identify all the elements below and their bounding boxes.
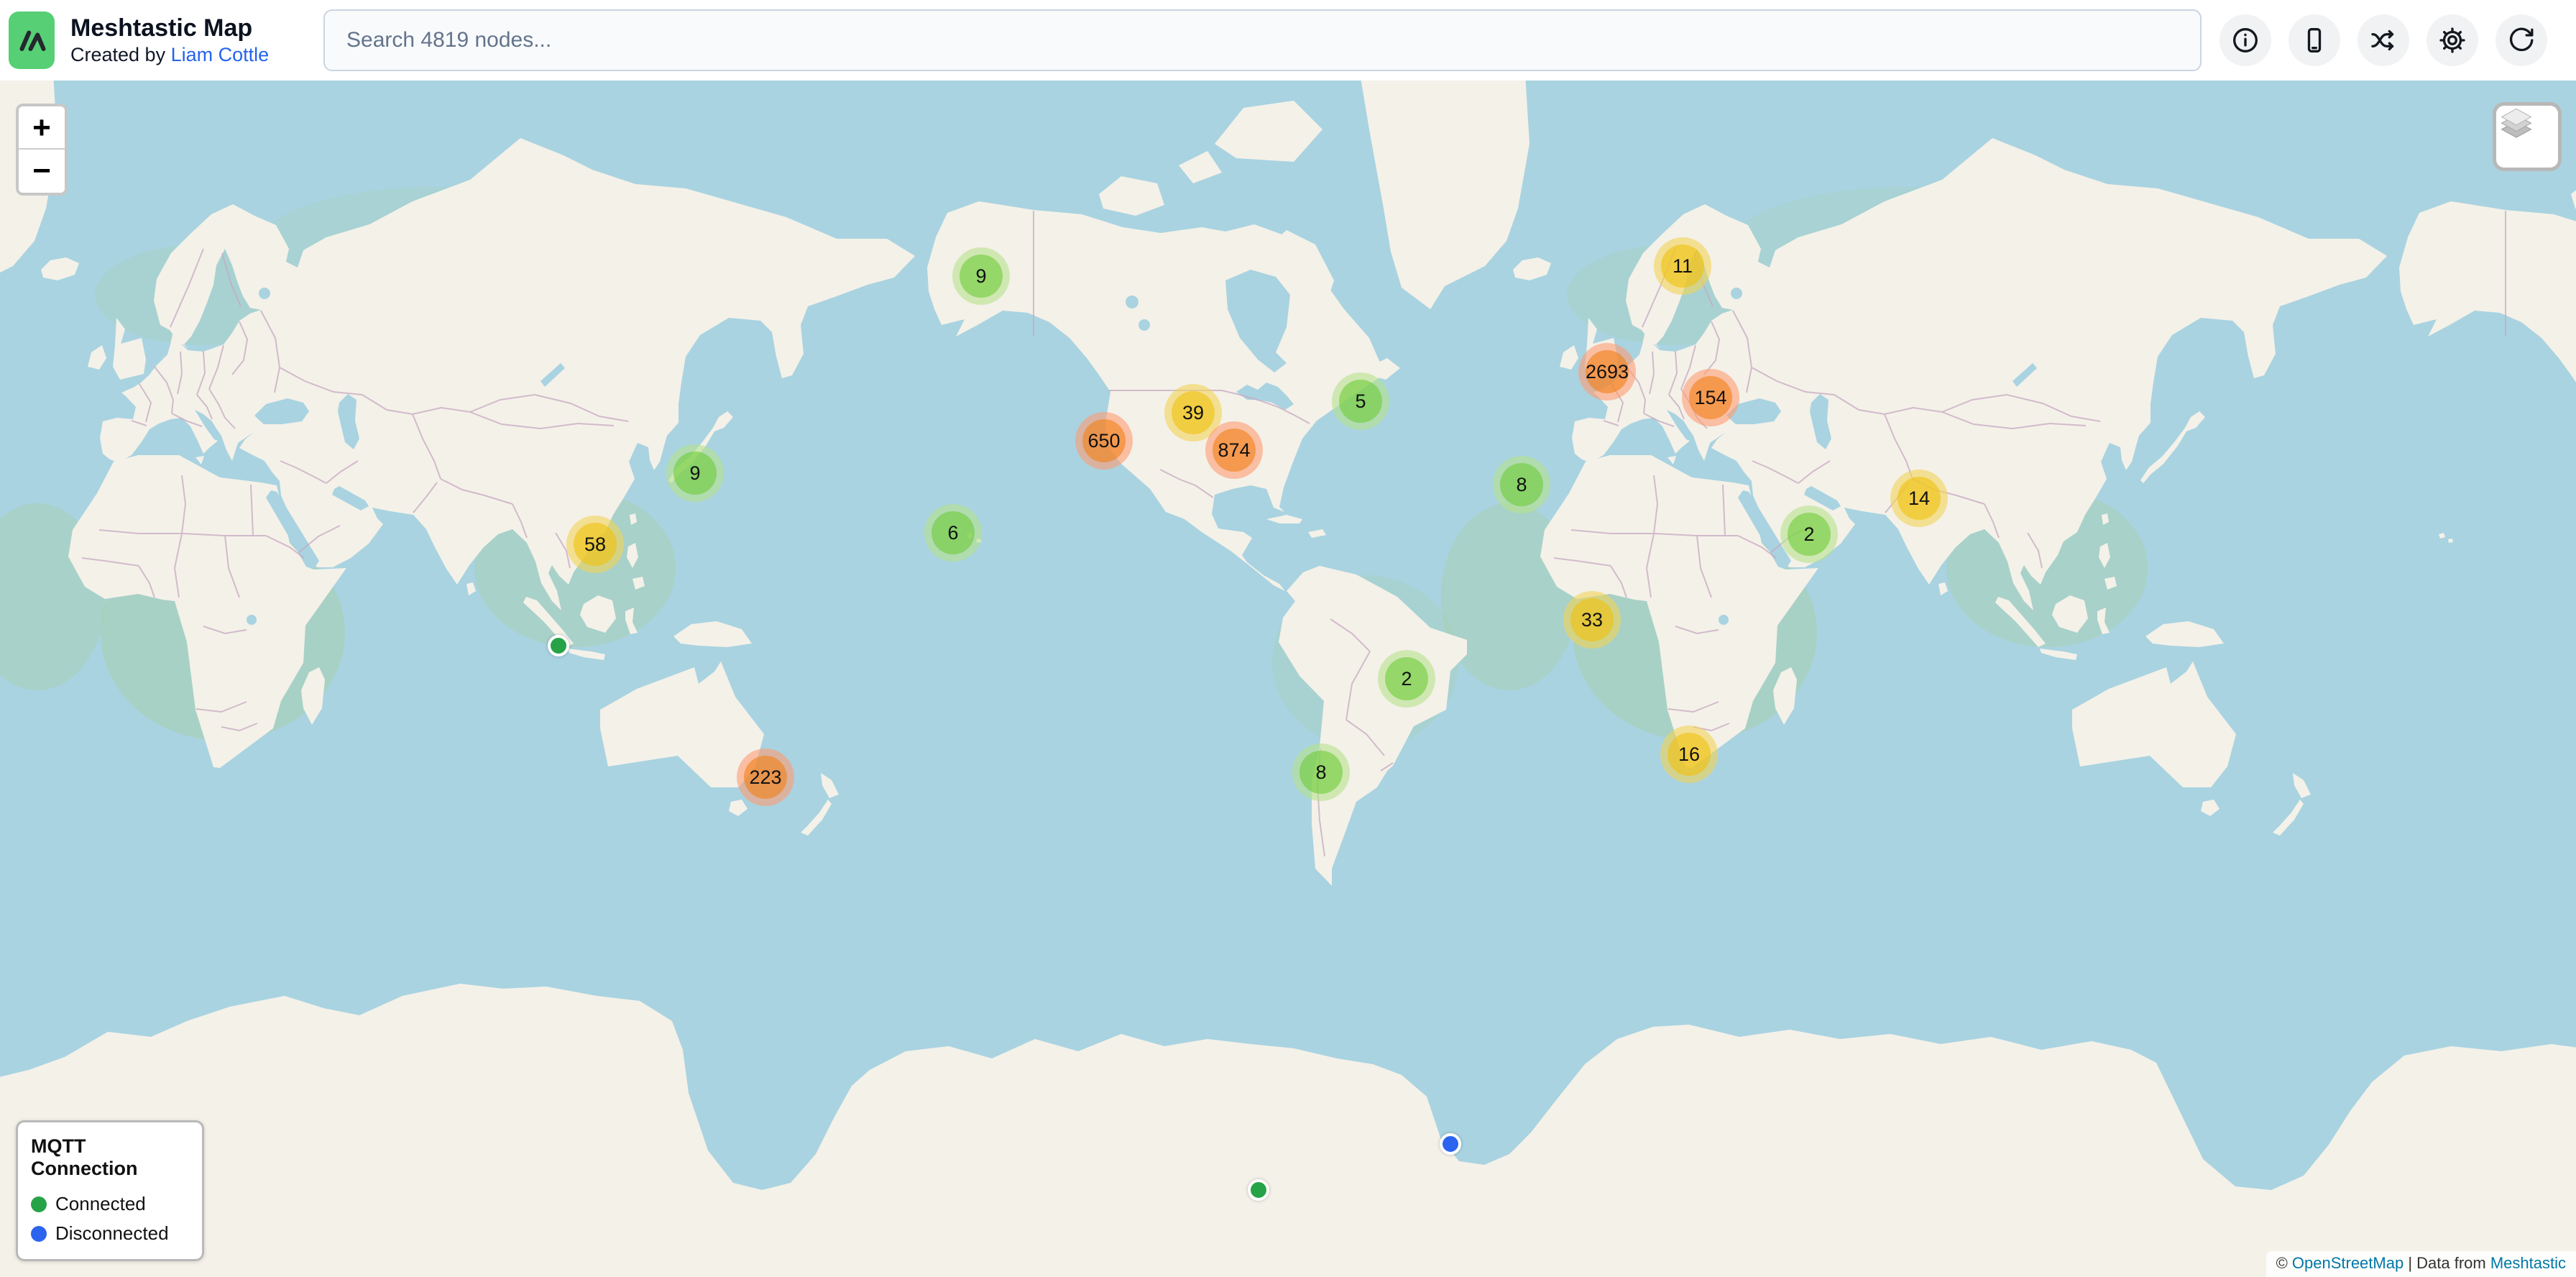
cluster-marker[interactable]: 8	[1292, 743, 1350, 801]
cluster-count: 14	[1898, 477, 1941, 520]
cluster-count: 5	[1339, 380, 1382, 423]
meshtastic-logo-icon	[9, 12, 55, 69]
header-buttons	[2220, 14, 2547, 66]
mqtt-legend: MQTT Connection Connected Disconnected	[16, 1120, 204, 1261]
cluster-count: 39	[1172, 391, 1215, 434]
node-marker-connected[interactable]	[548, 635, 569, 656]
cluster-marker[interactable]: 9	[952, 247, 1010, 305]
app-header: Meshtastic Map Created by Liam Cottle	[0, 0, 2576, 81]
cluster-count: 650	[1082, 419, 1126, 462]
cluster-count: 8	[1500, 463, 1543, 506]
cluster-count: 2	[1385, 657, 1428, 700]
cluster-count: 223	[744, 756, 787, 799]
legend-title: MQTT Connection	[31, 1135, 189, 1180]
page-title: Meshtastic Map	[70, 14, 323, 42]
cluster-count: 874	[1213, 429, 1256, 472]
cluster-count: 2	[1788, 513, 1831, 556]
cluster-count: 33	[1570, 598, 1614, 641]
device-button[interactable]	[2288, 14, 2340, 66]
legend-item-disconnected: Disconnected	[31, 1222, 189, 1245]
legend-items: Connected Disconnected	[31, 1193, 189, 1245]
world-map[interactable]: 911269315439650874582149586331628223 + −…	[0, 81, 2576, 1277]
zoom-control: + −	[16, 104, 68, 196]
cluster-count: 8	[1300, 751, 1343, 794]
layers-icon	[2496, 106, 2536, 146]
search-input[interactable]	[323, 9, 2202, 71]
cluster-count: 58	[574, 523, 617, 566]
cluster-marker[interactable]: 874	[1205, 421, 1263, 479]
byline-prefix: Created by	[70, 44, 171, 65]
refresh-button[interactable]	[2496, 14, 2547, 66]
refresh-icon	[2507, 26, 2536, 55]
osm-link[interactable]: OpenStreetMap	[2292, 1254, 2404, 1272]
disconnected-dot-icon	[31, 1226, 47, 1242]
shuffle-button[interactable]	[2358, 14, 2409, 66]
zoom-out-button[interactable]: −	[19, 150, 65, 193]
legend-item-connected: Connected	[31, 1193, 189, 1215]
cluster-count: 9	[960, 255, 1003, 298]
cluster-marker[interactable]: 16	[1660, 726, 1718, 783]
cluster-marker[interactable]: 6	[924, 504, 982, 562]
map-attribution: © OpenStreetMap | Data from Meshtastic	[2266, 1251, 2576, 1277]
cluster-marker[interactable]: 8	[1493, 456, 1550, 513]
shuffle-icon	[2369, 26, 2398, 55]
cluster-marker[interactable]: 58	[566, 516, 624, 573]
author-link[interactable]: Liam Cottle	[171, 44, 270, 65]
zoom-in-button[interactable]: +	[19, 106, 65, 150]
legend-item-label: Disconnected	[55, 1222, 169, 1245]
legend-item-label: Connected	[55, 1193, 146, 1215]
layers-control[interactable]	[2493, 102, 2562, 171]
cluster-marker[interactable]: 154	[1682, 369, 1739, 426]
title-block: Meshtastic Map Created by Liam Cottle	[70, 14, 323, 66]
cluster-marker[interactable]: 9	[666, 444, 724, 502]
cluster-count: 11	[1661, 244, 1704, 288]
gear-icon	[2438, 26, 2467, 55]
cluster-marker[interactable]: 11	[1654, 237, 1711, 295]
cluster-count: 9	[673, 452, 717, 495]
info-button[interactable]	[2220, 14, 2271, 66]
cluster-count: 154	[1689, 376, 1732, 419]
node-marker-disconnected[interactable]	[1440, 1133, 1461, 1155]
meshtastic-link[interactable]: Meshtastic	[2490, 1254, 2566, 1272]
cluster-marker[interactable]: 5	[1332, 372, 1389, 430]
cluster-count: 6	[932, 511, 975, 554]
smartphone-icon	[2300, 26, 2329, 55]
node-marker-connected[interactable]	[1248, 1179, 1269, 1201]
cluster-marker[interactable]: 650	[1075, 412, 1133, 470]
connected-dot-icon	[31, 1196, 47, 1212]
attribution-prefix: ©	[2276, 1254, 2292, 1272]
cluster-count: 2693	[1586, 350, 1629, 393]
cluster-marker[interactable]: 223	[737, 749, 794, 806]
attribution-middle: | Data from	[2404, 1254, 2490, 1272]
cluster-count: 16	[1668, 733, 1711, 776]
cluster-marker[interactable]: 2693	[1578, 343, 1636, 401]
settings-button[interactable]	[2426, 14, 2478, 66]
info-icon	[2231, 26, 2260, 55]
byline: Created by Liam Cottle	[70, 44, 323, 66]
cluster-marker[interactable]: 2	[1378, 650, 1435, 708]
cluster-marker[interactable]: 14	[1890, 470, 1948, 527]
map-tiles	[0, 81, 2576, 1277]
cluster-marker[interactable]: 33	[1563, 591, 1621, 649]
cluster-marker[interactable]: 2	[1780, 505, 1838, 563]
